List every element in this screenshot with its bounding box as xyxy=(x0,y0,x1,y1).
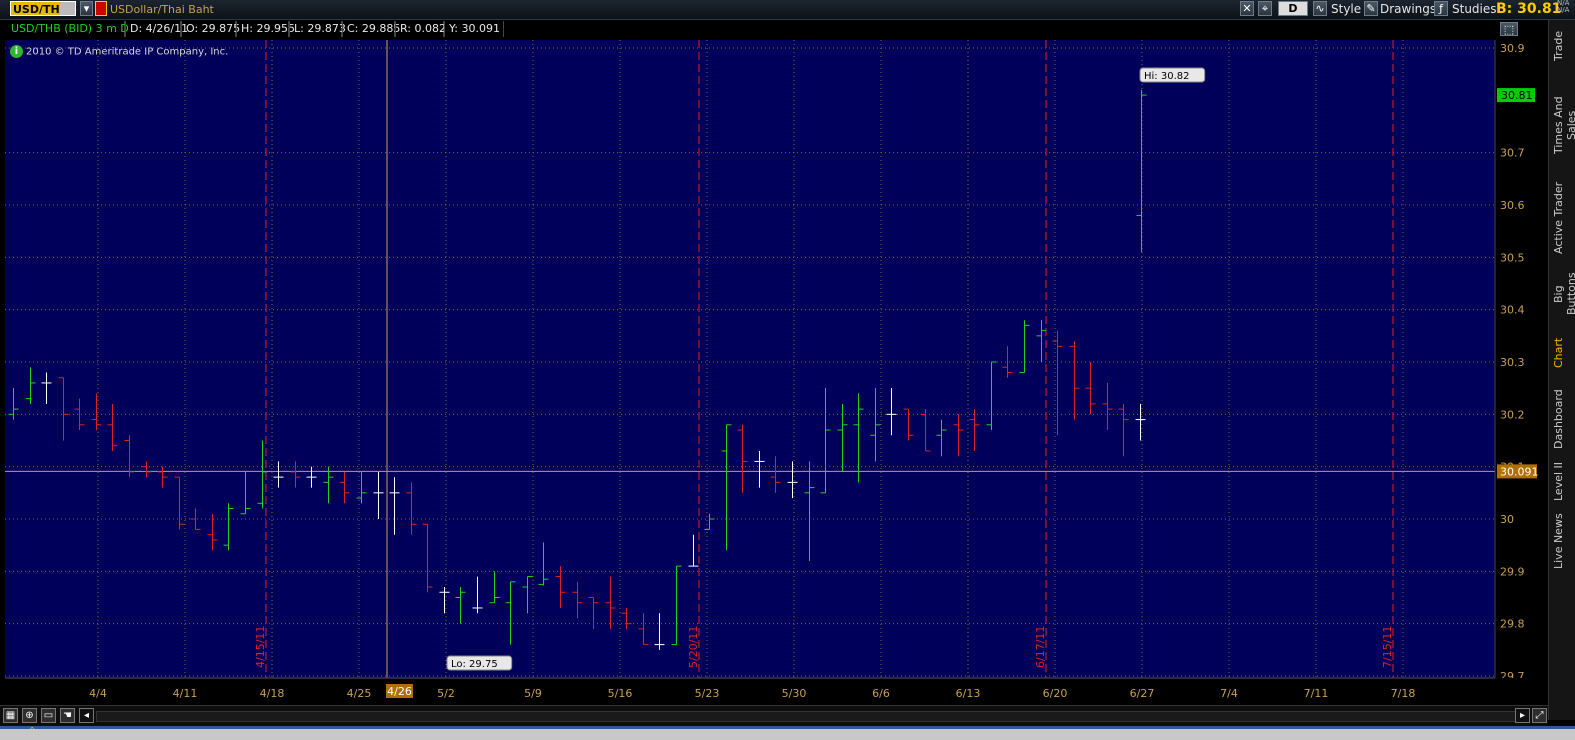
copyright-text: 2010 © TD Ameritrade IP Company, Inc. xyxy=(26,46,229,58)
tab-chart[interactable]: Chart xyxy=(1552,335,1572,370)
na-indicator: N/A N/A xyxy=(1557,0,1569,14)
info-icon[interactable]: i xyxy=(10,45,23,58)
hand-tool-icon[interactable]: ☚ xyxy=(60,708,75,723)
info-range: R: 0.082 xyxy=(395,21,446,37)
y-tick-label: 30.4 xyxy=(1500,304,1525,317)
left-gutter xyxy=(0,40,5,678)
plot-background xyxy=(5,40,1495,678)
y-tick-label: 30.5 xyxy=(1500,251,1525,264)
lo-label-text: Lo: 29.75 xyxy=(451,659,498,670)
study-title: USD/THB (BID) 3 m D xyxy=(7,21,129,37)
y-tick-label: 30.6 xyxy=(1500,199,1525,212)
y-tick-label: 30 xyxy=(1500,513,1514,526)
cursor-price-text: 30.091 xyxy=(1500,465,1539,478)
tab-live-news[interactable]: Live News xyxy=(1552,512,1572,570)
layout-grid-icon[interactable]: ▦ xyxy=(3,708,18,723)
chart-settings-icon[interactable]: ⬚ xyxy=(1500,22,1518,36)
x-tick-label: 7/4 xyxy=(1220,687,1238,700)
tab-times-and-sales[interactable]: Times And Sales xyxy=(1552,80,1575,170)
x-tick-label: 5/16 xyxy=(608,687,633,700)
y-tick-label: 30.2 xyxy=(1500,408,1525,421)
copyright-notice: i 2010 © TD Ameritrade IP Company, Inc. xyxy=(10,45,228,58)
x-tick-label: 4/4 xyxy=(89,687,107,700)
tab-trade[interactable]: Trade xyxy=(1552,26,1572,66)
period-marker-label: 6/17/11 xyxy=(1034,626,1047,668)
x-tick-label: 7/11 xyxy=(1304,687,1329,700)
x-tick-label: 4/25 xyxy=(347,687,372,700)
cursor-date-text: 4/26 xyxy=(387,685,412,698)
status-strip: ⌃ xyxy=(0,726,1575,740)
x-tick-label: 4/11 xyxy=(173,687,198,700)
tab-level-ii[interactable]: Level II xyxy=(1552,460,1572,502)
x-tick-label: 5/30 xyxy=(782,687,807,700)
x-tick-label: 5/23 xyxy=(695,687,720,700)
info-low: L: 29.873 xyxy=(289,21,346,37)
x-tick-label: 4/18 xyxy=(260,687,285,700)
period-marker-label: 7/15/11 xyxy=(1381,626,1394,668)
hi-label-text: Hi: 30.82 xyxy=(1144,71,1189,82)
x-tick-label: 6/20 xyxy=(1043,687,1068,700)
period-marker-label: 4/15/11 xyxy=(254,626,267,668)
y-tick-label: 29.9 xyxy=(1500,565,1525,578)
x-tick-label: 5/2 xyxy=(437,687,455,700)
na-bottom: N/A xyxy=(1557,6,1570,14)
x-tick-label: 5/9 xyxy=(524,687,542,700)
info-date: D: 4/26/11 xyxy=(125,21,188,37)
y-tick-label: 30.7 xyxy=(1500,147,1525,160)
bottom-toolbar: ▦ ⊕ ▭ ☚ ◂ ▸ ⤢ xyxy=(0,705,1548,726)
info-open: O: 29.875 xyxy=(181,21,240,37)
y-tick-label: 30.3 xyxy=(1500,356,1525,369)
x-tick-label: 6/27 xyxy=(1130,687,1155,700)
draw-line-icon[interactable]: ▭ xyxy=(41,708,56,723)
x-tick-label: 7/18 xyxy=(1391,687,1416,700)
tab-big-buttons[interactable]: Big Buttons xyxy=(1552,263,1575,325)
info-y: Y: 30.091 xyxy=(444,21,504,37)
scroll-right-icon[interactable]: ▸ xyxy=(1515,708,1530,723)
chart-area[interactable]: 4/15/11 5/20/11 6/17/11 7/15/11 Hi: 30.82 Lo:… xyxy=(0,0,1548,705)
status-strip-accent xyxy=(0,726,1575,729)
x-tick-label: 6/6 xyxy=(872,687,890,700)
collapse-arrow-icon[interactable]: ⌃ xyxy=(28,726,36,737)
tab-active-trader[interactable]: Active Trader xyxy=(1552,180,1572,255)
hi-label: Hi: 30.82 xyxy=(1139,67,1206,83)
scroll-left-icon[interactable]: ◂ xyxy=(79,708,94,723)
lo-label: Lo: 29.75 xyxy=(446,655,513,671)
last-price-text: 30.81 xyxy=(1501,89,1533,102)
info-high: H: 29.955 xyxy=(236,21,295,37)
tab-dashboard[interactable]: Dashboard xyxy=(1552,388,1572,450)
y-tick-label: 29.8 xyxy=(1500,618,1525,631)
x-tick-label: 6/13 xyxy=(956,687,981,700)
period-marker-label: 5/20/11 xyxy=(687,626,700,668)
expand-icon[interactable]: ⤢ xyxy=(1532,708,1547,723)
zoom-icon[interactable]: ⊕ xyxy=(22,708,37,723)
right-side-tabs: Trade Times And Sales Active Trader Big … xyxy=(1548,20,1575,720)
info-close: C: 29.885 xyxy=(342,21,400,37)
y-tick-label: 30.9 xyxy=(1500,42,1525,55)
horizontal-scrollbar[interactable] xyxy=(96,711,1516,722)
ohlc-info-bar: USD/THB (BID) 3 m D D: 4/26/11 O: 29.875… xyxy=(5,20,1495,38)
